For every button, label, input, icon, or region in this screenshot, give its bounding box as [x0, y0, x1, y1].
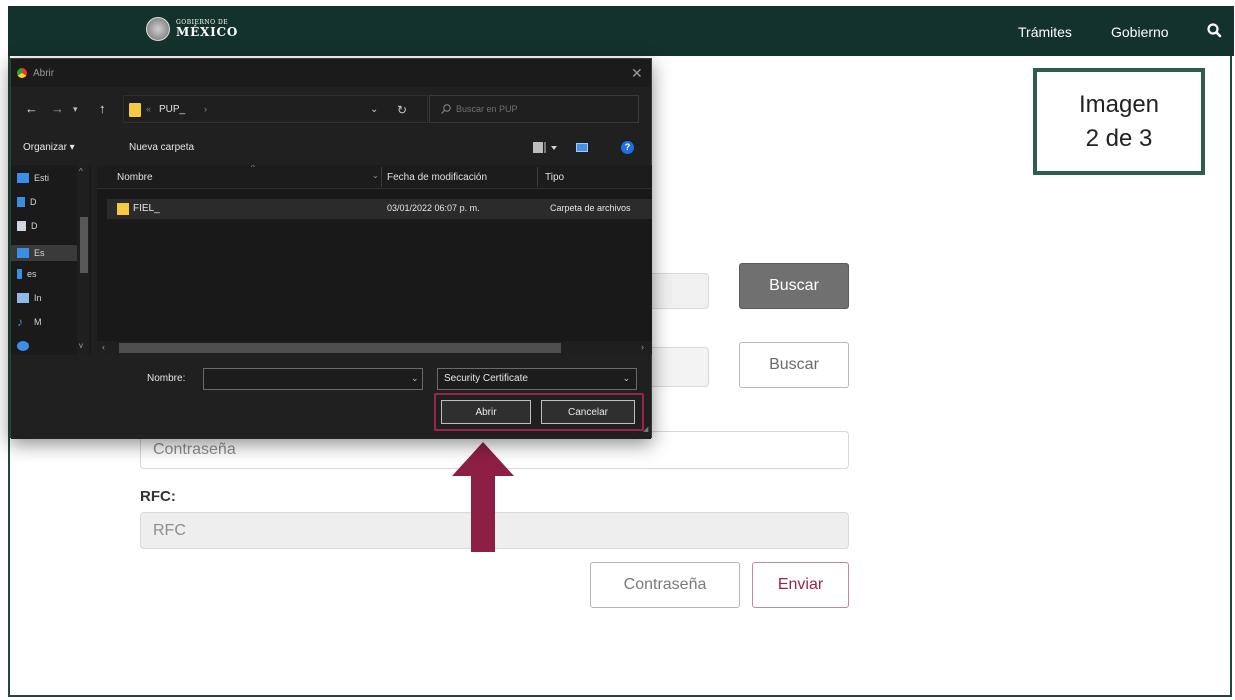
- mexico-seal-icon: [146, 17, 170, 41]
- dialog-titlebar[interactable]: Abrir ✕: [11, 59, 651, 87]
- nav-item-selected[interactable]: Es: [11, 245, 77, 261]
- chrome-icon: [17, 68, 27, 78]
- gobierno-mexico-logo[interactable]: GOBIERNO DE MÉXICO: [146, 17, 238, 41]
- nav-item-images[interactable]: In: [17, 293, 42, 303]
- image-counter-line2: 2 de 3: [1085, 124, 1153, 152]
- music-icon: ♪: [17, 315, 23, 329]
- horizontal-scrollbar[interactable]: ‹ ›: [97, 341, 652, 355]
- nav-item-label: D: [30, 197, 37, 207]
- address-dropdown-icon[interactable]: ⌄: [370, 104, 378, 115]
- government-header: GOBIERNO DE MÉXICO Trámites Gobierno: [8, 6, 1234, 56]
- file-list: Nombre ^ ⌄ Fecha de modificación Tipo FI…: [97, 165, 652, 355]
- nav-item-es[interactable]: es: [17, 269, 37, 279]
- breadcrumb-path[interactable]: PUP_: [159, 104, 185, 115]
- up-arrow-icon[interactable]: ↑: [99, 101, 106, 116]
- network-icon: [17, 341, 29, 351]
- nav-item-label: M: [34, 317, 42, 327]
- nav-tramites[interactable]: Trámites: [1018, 24, 1072, 40]
- nav-gobierno[interactable]: Gobierno: [1111, 24, 1169, 40]
- scroll-left-icon[interactable]: ‹: [102, 342, 105, 352]
- dialog-search-box[interactable]: Buscar en PUP: [429, 95, 639, 123]
- nav-item-music[interactable]: ♪ M: [17, 315, 42, 329]
- column-divider[interactable]: [381, 167, 382, 187]
- rfc-label: RFC:: [140, 488, 176, 505]
- scroll-down-icon[interactable]: v: [79, 341, 83, 350]
- download-icon: [17, 197, 25, 207]
- recent-locations-icon[interactable]: ▾: [73, 104, 78, 115]
- filename-input[interactable]: [203, 368, 423, 390]
- help-icon[interactable]: ?: [621, 141, 634, 154]
- document-icon: [17, 221, 26, 231]
- column-header-tipo[interactable]: Tipo: [545, 172, 564, 183]
- breadcrumb-overflow-icon[interactable]: «: [146, 104, 151, 114]
- refresh-icon[interactable]: ↻: [397, 103, 407, 117]
- address-row: ← → ▾ ↑ « PUP_ › ⌄ ↻ Buscar en PUP: [11, 93, 651, 125]
- column-header-nombre[interactable]: Nombre: [117, 172, 153, 183]
- address-bar[interactable]: « PUP_ › ⌄ ↻: [123, 95, 428, 123]
- file-list-header: Nombre ^ ⌄ Fecha de modificación Tipo: [97, 165, 652, 189]
- search-icon[interactable]: [1206, 22, 1224, 40]
- contrasena-button[interactable]: Contraseña: [590, 562, 740, 608]
- dialog-toolbar: Organizar ▾ Nueva carpeta ?: [11, 135, 651, 161]
- file-open-dialog: Abrir ✕ ← → ▾ ↑ « PUP_ › ⌄ ↻ Buscar en P…: [10, 58, 652, 439]
- chevron-down-icon[interactable]: ⌄: [411, 373, 419, 384]
- close-icon[interactable]: ✕: [631, 65, 643, 82]
- image-counter-line1: Imagen: [1078, 90, 1160, 118]
- filetype-select[interactable]: Security Certificate ⌄: [437, 368, 637, 390]
- horizontal-scrollbar-thumb[interactable]: [119, 343, 561, 353]
- file-date: 03/01/2022 06:07 p. m.: [387, 203, 480, 213]
- column-header-fecha[interactable]: Fecha de modificación: [387, 172, 487, 183]
- file-name: FIEL_: [133, 203, 160, 214]
- breadcrumb-chevron-icon[interactable]: ›: [204, 104, 207, 114]
- abrir-button[interactable]: Abrir: [441, 400, 531, 424]
- dialog-title: Abrir: [33, 68, 55, 79]
- file-icon: [17, 269, 22, 279]
- resize-grip-icon[interactable]: ◢: [643, 425, 651, 433]
- preview-pane-icon[interactable]: [576, 143, 588, 152]
- folder-icon: [117, 203, 129, 215]
- desktop-icon: [17, 173, 29, 183]
- search-icon: [441, 104, 451, 114]
- folder-icon: [129, 103, 141, 117]
- buscar-certificate-button[interactable]: Buscar: [739, 263, 849, 309]
- view-options-icon[interactable]: [533, 142, 559, 153]
- nav-item-partial[interactable]: [17, 341, 29, 351]
- logo-big-text: MÉXICO: [176, 25, 239, 39]
- file-type: Carpeta de archivos: [550, 203, 631, 213]
- scroll-up-icon[interactable]: ^: [79, 167, 83, 176]
- nav-item-label: Esti: [34, 173, 50, 183]
- navigation-scrollbar-thumb[interactable]: [80, 217, 88, 273]
- filetype-value: Security Certificate: [444, 373, 528, 384]
- sort-ascending-icon: ^: [251, 165, 255, 172]
- nav-item-label: D: [31, 221, 38, 231]
- image-counter-box: Imagen 2 de 3: [1033, 68, 1205, 175]
- navigation-pane: Esti D D Es es In ♪ M ^ v: [11, 165, 91, 355]
- scroll-right-icon[interactable]: ›: [641, 342, 644, 352]
- column-dropdown-icon[interactable]: ⌄: [372, 171, 379, 180]
- forward-arrow-icon[interactable]: →: [51, 101, 64, 116]
- nav-item-documents[interactable]: D: [17, 221, 38, 231]
- back-arrow-icon[interactable]: ←: [25, 101, 38, 116]
- file-row[interactable]: FIEL_ 03/01/2022 06:07 p. m. Carpeta de …: [107, 199, 652, 219]
- column-divider[interactable]: [537, 167, 538, 187]
- cancelar-button[interactable]: Cancelar: [541, 400, 635, 424]
- nav-item-label: es: [27, 269, 37, 279]
- nav-item-label: Es: [34, 248, 45, 258]
- dialog-search-placeholder: Buscar en PUP: [456, 104, 518, 114]
- chevron-down-icon: ⌄: [622, 373, 630, 383]
- image-icon: [17, 293, 29, 303]
- monitor-icon: [17, 248, 29, 258]
- organizar-menu[interactable]: Organizar ▾: [23, 142, 75, 153]
- nombre-label: Nombre:: [147, 373, 186, 384]
- buscar-key-button[interactable]: Buscar: [739, 342, 849, 388]
- nav-item-downloads[interactable]: D: [17, 197, 37, 207]
- dialog-footer: Nombre: ⌄ Security Certificate ⌄ Abrir C…: [11, 357, 651, 439]
- enviar-button[interactable]: Enviar: [752, 562, 849, 608]
- nueva-carpeta-button[interactable]: Nueva carpeta: [129, 142, 194, 153]
- nav-item-desktop[interactable]: Esti: [17, 173, 49, 183]
- up-arrow-annotation: [452, 442, 514, 552]
- nav-item-label: In: [34, 293, 42, 303]
